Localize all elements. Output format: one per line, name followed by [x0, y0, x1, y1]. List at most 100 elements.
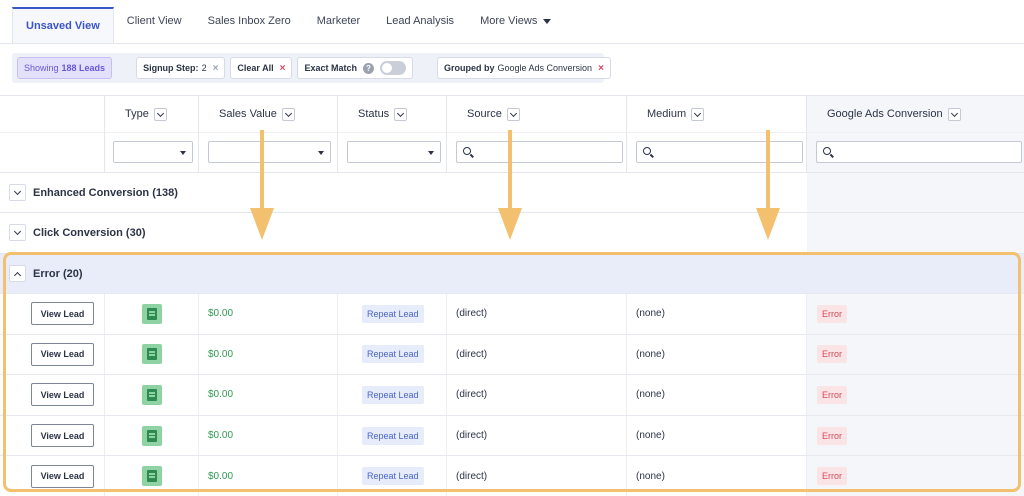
- column-label: Medium: [647, 108, 687, 120]
- filter-bar: Showing 188 Leads Signup Step: 2 × Clear Al…: [12, 53, 611, 83]
- column-header-google-ads-conversion[interactable]: Google Ads Conversion: [807, 96, 1024, 132]
- action-cell: View Lead: [0, 294, 105, 334]
- tab-label: Client View: [126, 15, 182, 27]
- column-label: Type: [125, 108, 149, 120]
- clear-all-label: Clear All: [237, 63, 274, 73]
- sales-value: $0.00: [208, 389, 234, 401]
- medium-search-input[interactable]: [636, 141, 803, 163]
- chevron-down-icon[interactable]: [947, 107, 961, 121]
- source-cell: (direct): [447, 456, 627, 496]
- medium-cell: (none): [627, 294, 807, 334]
- action-cell: View Lead: [0, 415, 105, 456]
- chevron-down-icon[interactable]: [691, 107, 705, 121]
- remove-filter-icon[interactable]: ×: [213, 63, 219, 74]
- column-header-medium[interactable]: Medium: [627, 96, 807, 132]
- filter-value: 2: [201, 63, 207, 73]
- type-cell: [105, 294, 199, 334]
- chevron-down-icon[interactable]: [153, 107, 167, 121]
- table-row: View Lead $0.00 Repeat Lead (direct) (none) E…: [0, 293, 1024, 334]
- sales-value: $0.00: [208, 470, 234, 482]
- chevron-down-icon[interactable]: [506, 107, 520, 121]
- caret-down-icon: [543, 18, 552, 24]
- help-icon[interactable]: ?: [362, 62, 374, 74]
- source-search-input[interactable]: [456, 141, 623, 163]
- sales-value-filter-select[interactable]: [208, 141, 331, 163]
- table-row: View Lead $0.00 Repeat Lead (direct) (none) E…: [0, 374, 1024, 415]
- group-row-error[interactable]: Error (20): [0, 253, 1024, 293]
- status-filter-cell: [338, 132, 447, 172]
- exact-match-label: Exact Match: [304, 63, 357, 73]
- source-value: (direct): [456, 389, 488, 401]
- close-icon: ×: [279, 62, 286, 74]
- sales-value-cell: $0.00: [199, 375, 338, 415]
- type-filter-cell: [105, 132, 199, 172]
- tab-client-view[interactable]: Client View: [114, 0, 195, 43]
- view-lead-button[interactable]: View Lead: [31, 383, 94, 407]
- status-filter-select[interactable]: [347, 141, 441, 163]
- medium-value: (none): [636, 389, 665, 401]
- clear-all-button[interactable]: Clear All ×: [230, 57, 293, 79]
- chevron-down-icon[interactable]: [281, 107, 295, 121]
- source-cell: (direct): [447, 334, 627, 375]
- form-icon: [142, 303, 162, 324]
- column-header-source[interactable]: Source: [447, 96, 627, 132]
- source-cell: (direct): [447, 375, 627, 415]
- toggle-switch[interactable]: [379, 61, 406, 75]
- group-label: Click Conversion (30): [33, 226, 146, 239]
- table-row: View Lead $0.00 Repeat Lead (direct) (none) E…: [0, 414, 1024, 456]
- expand-group-button[interactable]: [9, 224, 26, 241]
- column-header-sales-value[interactable]: Sales Value: [199, 96, 338, 132]
- medium-value: (none): [636, 348, 665, 360]
- sales-value-cell: $0.00: [199, 415, 338, 456]
- type-filter-select[interactable]: [113, 141, 193, 163]
- chevron-down-icon: [13, 227, 22, 235]
- tab-label: Lead Analysis: [386, 15, 455, 27]
- group-row-click-conversion[interactable]: Click Conversion (30): [0, 212, 1024, 252]
- grouped-by-chip[interactable]: Grouped by Google Ads Conversion ×: [436, 57, 611, 79]
- tab-lead-analysis[interactable]: Lead Analysis: [373, 0, 467, 43]
- type-cell: [105, 334, 199, 375]
- google-ads-conversion-cell: Error: [807, 375, 1024, 415]
- column-header-type[interactable]: Type: [105, 96, 199, 132]
- source-value: (direct): [456, 430, 488, 442]
- google-ads-search-input[interactable]: [816, 141, 1022, 163]
- view-lead-button[interactable]: View Lead: [31, 302, 94, 326]
- conversion-error-badge: Error: [817, 385, 847, 404]
- chevron-down-icon[interactable]: [394, 107, 408, 121]
- status-cell: Repeat Lead: [338, 294, 447, 334]
- column-header-status[interactable]: Status: [338, 96, 447, 132]
- google-ads-conversion-cell: Error: [807, 456, 1024, 496]
- medium-filter-cell: [627, 132, 807, 172]
- tab-marketer[interactable]: Marketer: [304, 0, 373, 43]
- tab-sales-inbox-zero[interactable]: Sales Inbox Zero: [195, 0, 304, 43]
- sales-value-cell: $0.00: [199, 334, 338, 375]
- sales-value-filter-cell: [199, 132, 338, 172]
- collapse-group-button[interactable]: [9, 265, 26, 282]
- group-row-enhanced-conversion[interactable]: Enhanced Conversion (138): [0, 172, 1024, 212]
- expand-group-button[interactable]: [9, 184, 26, 201]
- view-lead-button[interactable]: View Lead: [31, 464, 94, 488]
- form-icon: [142, 466, 162, 487]
- view-lead-button[interactable]: View Lead: [31, 424, 94, 448]
- search-icon: [463, 147, 471, 155]
- tab-more-views[interactable]: More Views: [467, 0, 564, 43]
- sales-value: $0.00: [208, 308, 234, 320]
- form-icon: [142, 344, 162, 365]
- conversion-error-badge: Error: [817, 304, 847, 323]
- exact-match-toggle[interactable]: Exact Match?: [297, 57, 413, 79]
- conversion-error-badge: Error: [817, 426, 847, 445]
- source-value: (direct): [456, 470, 488, 482]
- status-cell: Repeat Lead: [338, 415, 447, 456]
- action-cell: View Lead: [0, 334, 105, 375]
- signup-step-filter-chip[interactable]: Signup Step: 2 ×: [136, 57, 226, 79]
- remove-grouping-icon[interactable]: ×: [598, 63, 604, 74]
- form-icon: [142, 384, 162, 405]
- source-value: (direct): [456, 348, 488, 360]
- view-lead-button[interactable]: View Lead: [31, 342, 94, 366]
- leads-grid: Type Sales Value Status Source Medium Go…: [0, 95, 1024, 496]
- group-label: Error (20): [33, 267, 83, 280]
- conversion-error-badge: Error: [817, 345, 847, 364]
- tab-unsaved-view[interactable]: Unsaved View: [12, 7, 114, 43]
- column-label: Source: [467, 108, 502, 120]
- view-tabs: Unsaved View Client View Sales Inbox Zer…: [0, 0, 1024, 44]
